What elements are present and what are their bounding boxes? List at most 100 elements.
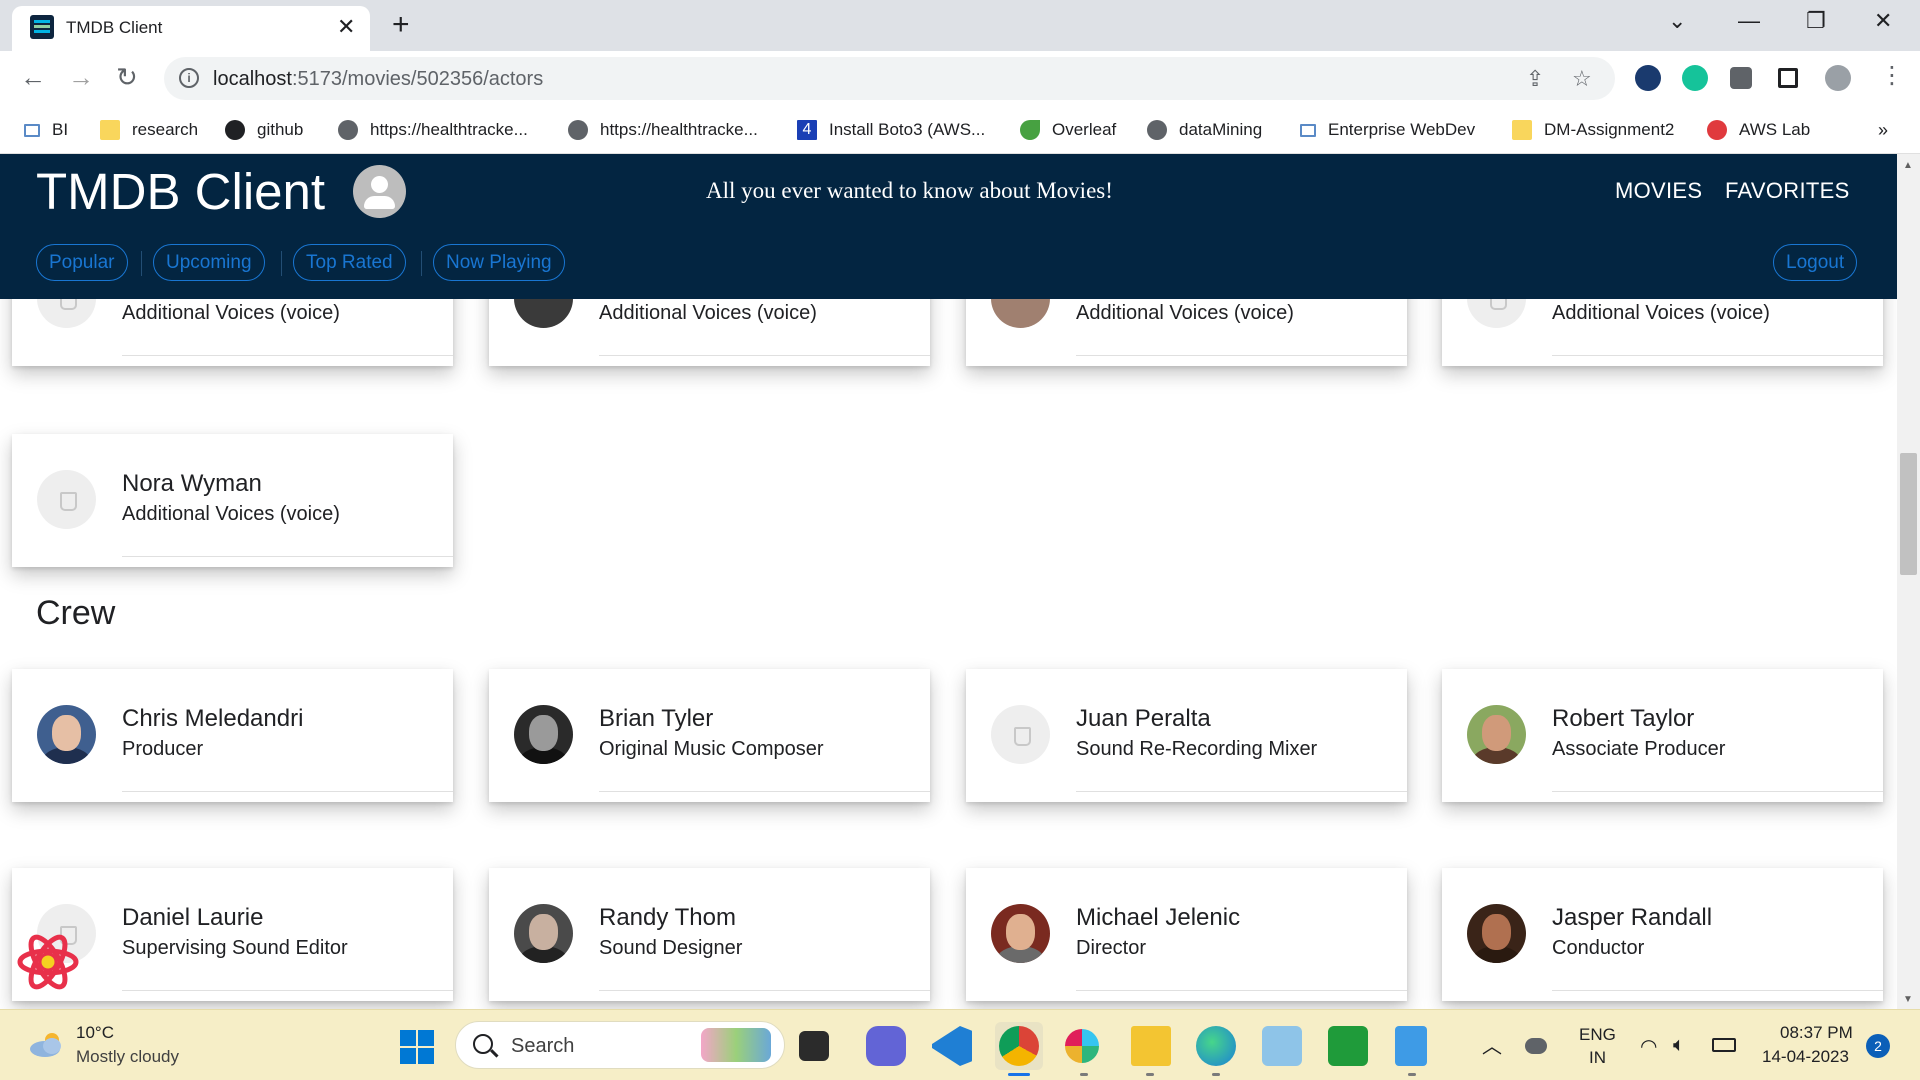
explorer-running-indicator (1146, 1073, 1154, 1076)
person-placeholder-icon (37, 299, 96, 328)
minimize-icon[interactable]: — (1738, 8, 1760, 34)
browser-menu-icon[interactable]: ⋮ (1880, 61, 1904, 90)
file-explorer-icon[interactable] (1131, 1026, 1171, 1066)
scroll-thumb[interactable] (1900, 453, 1917, 575)
more-bookmarks-icon[interactable]: » (1878, 106, 1888, 154)
taskbar-search[interactable]: Search (455, 1021, 785, 1069)
cast-card[interactable]: Additional Voices (voice) (966, 299, 1407, 366)
url-text[interactable]: localhost:5173/movies/502356/actors (213, 68, 543, 91)
account-avatar-icon[interactable] (353, 165, 406, 218)
crew-name: Daniel Laurie (122, 904, 264, 931)
crew-card[interactable]: Robert Taylor Associate Producer (1442, 669, 1883, 802)
site-info-icon[interactable]: i (179, 68, 199, 88)
wifi-icon[interactable]: ◠ (1640, 1034, 1657, 1059)
xbox-icon[interactable] (1328, 1026, 1368, 1066)
bookmark-overleaf[interactable]: Overleaf (1020, 106, 1116, 154)
bookmark-healthtracker-1[interactable]: https://healthtracke... (338, 106, 528, 154)
input-region[interactable]: IN (1589, 1048, 1606, 1068)
share-icon[interactable]: ⇪ (1526, 66, 1544, 92)
crew-card[interactable]: Chris Meledandri Producer (12, 669, 453, 802)
card-divider (1552, 791, 1883, 792)
bookmark-github[interactable]: github (225, 106, 303, 154)
new-tab-icon[interactable]: + (392, 8, 410, 42)
nav-movies[interactable]: MOVIES (1615, 178, 1702, 204)
bookmark-bi[interactable]: BI (24, 106, 68, 154)
task-view-icon[interactable] (799, 1031, 829, 1061)
cloud-weather-icon[interactable] (28, 1030, 66, 1058)
bookmark-datamining[interactable]: dataMining (1147, 106, 1262, 154)
back-icon[interactable]: ← (20, 62, 46, 93)
forward-icon[interactable]: → (68, 62, 94, 93)
cast-card[interactable]: Additional Voices (voice) (489, 299, 930, 366)
slack-icon[interactable] (1065, 1029, 1099, 1063)
notification-count-badge[interactable]: 2 (1866, 1034, 1890, 1058)
scroll-up-arrow-icon[interactable]: ▲ (1903, 160, 1913, 171)
browser-tab-strip: TMDB Client ✕ + ⌄ — ❐ ✕ (0, 0, 1920, 51)
slack-running-indicator (1080, 1073, 1088, 1076)
bookmark-healthtracker-2[interactable]: https://healthtracke... (568, 106, 758, 154)
grammarly-icon[interactable] (1682, 65, 1708, 91)
extension-check-icon[interactable] (1635, 65, 1661, 91)
category-chip-top-rated[interactable]: Top Rated (293, 244, 406, 281)
logout-button[interactable]: Logout (1773, 244, 1858, 281)
reload-icon[interactable]: ↻ (116, 62, 138, 93)
cast-card[interactable]: Nora Wyman Additional Voices (voice) (12, 434, 453, 567)
weather-temperature[interactable]: 10°C (76, 1023, 114, 1043)
category-chip-now-playing[interactable]: Now Playing (433, 244, 565, 281)
browser-tab[interactable]: TMDB Client ✕ (12, 6, 370, 51)
crew-photo (1467, 904, 1526, 963)
react-devtools-icon[interactable] (16, 930, 80, 994)
cast-card[interactable]: Additional Voices (voice) (12, 299, 453, 366)
bookmark-enterprise-webdev[interactable]: Enterprise WebDev (1300, 106, 1475, 154)
bookmark-install-boto3[interactable]: 4 Install Boto3 (AWS... (797, 106, 985, 154)
edge-icon[interactable] (1196, 1026, 1236, 1066)
side-panel-icon[interactable] (1778, 68, 1798, 88)
card-divider (1076, 355, 1407, 356)
volume-icon[interactable]: 🔈︎ (1673, 1034, 1685, 1057)
teams-chat-icon[interactable] (866, 1026, 906, 1066)
category-chip-popular[interactable]: Popular (36, 244, 128, 281)
webpage-icon (24, 123, 40, 137)
scroll-down-arrow-icon[interactable]: ▼ (1903, 994, 1913, 1005)
close-tab-icon[interactable]: ✕ (337, 14, 355, 40)
nav-favorites[interactable]: FAVORITES (1725, 178, 1850, 204)
profile-avatar[interactable] (1825, 65, 1851, 91)
search-highlight-icon (701, 1028, 771, 1062)
bookmark-star-icon[interactable]: ☆ (1572, 66, 1592, 92)
weather-description[interactable]: Mostly cloudy (76, 1047, 179, 1067)
onedrive-icon[interactable] (1525, 1038, 1547, 1054)
bookmark-dm-assignment2[interactable]: DM-Assignment2 (1512, 106, 1674, 154)
webpage-icon (1300, 123, 1316, 137)
crew-role: Producer (122, 738, 204, 760)
show-hidden-icons-chevron-icon[interactable]: ︿ (1482, 1030, 1502, 1059)
crew-card[interactable]: Michael Jelenic Director (966, 868, 1407, 1001)
globe-icon (1147, 120, 1167, 140)
crew-card[interactable]: Jasper Randall Conductor (1442, 868, 1883, 1001)
clock-date[interactable]: 14-04-2023 (1762, 1047, 1849, 1067)
crew-card[interactable]: Randy Thom Sound Designer (489, 868, 930, 1001)
photos-icon[interactable] (1262, 1026, 1302, 1066)
address-bar[interactable]: i localhost:5173/movies/502356/actors ⇪ … (164, 57, 1615, 100)
restore-icon[interactable]: ❐ (1806, 8, 1826, 34)
clock-time[interactable]: 08:37 PM (1780, 1023, 1853, 1043)
extensions-puzzle-icon[interactable] (1730, 67, 1752, 89)
notepad-icon[interactable] (1395, 1026, 1427, 1066)
card-divider (599, 355, 930, 356)
windows-start-icon[interactable] (400, 1030, 434, 1064)
cast-card[interactable]: Additional Voices (voice) (1442, 299, 1883, 366)
category-chip-upcoming[interactable]: Upcoming (153, 244, 265, 281)
card-divider (122, 990, 453, 991)
page-scrollbar[interactable]: ▲ ▼ (1897, 154, 1920, 1009)
input-language[interactable]: ENG (1579, 1025, 1616, 1045)
chrome-icon[interactable] (999, 1026, 1039, 1066)
tab-search-chevron-icon[interactable]: ⌄ (1668, 8, 1686, 34)
crew-card[interactable]: Brian Tyler Original Music Composer (489, 669, 930, 802)
bookmark-aws-lab[interactable]: AWS Lab (1707, 106, 1810, 154)
close-window-icon[interactable]: ✕ (1874, 8, 1892, 34)
crew-heading: Crew (36, 594, 116, 632)
bookmark-research[interactable]: research (100, 106, 198, 154)
battery-icon[interactable] (1712, 1038, 1736, 1052)
crew-card[interactable]: Juan Peralta Sound Re-Recording Mixer (966, 669, 1407, 802)
vscode-icon[interactable] (932, 1026, 972, 1066)
chip-divider (281, 251, 282, 276)
